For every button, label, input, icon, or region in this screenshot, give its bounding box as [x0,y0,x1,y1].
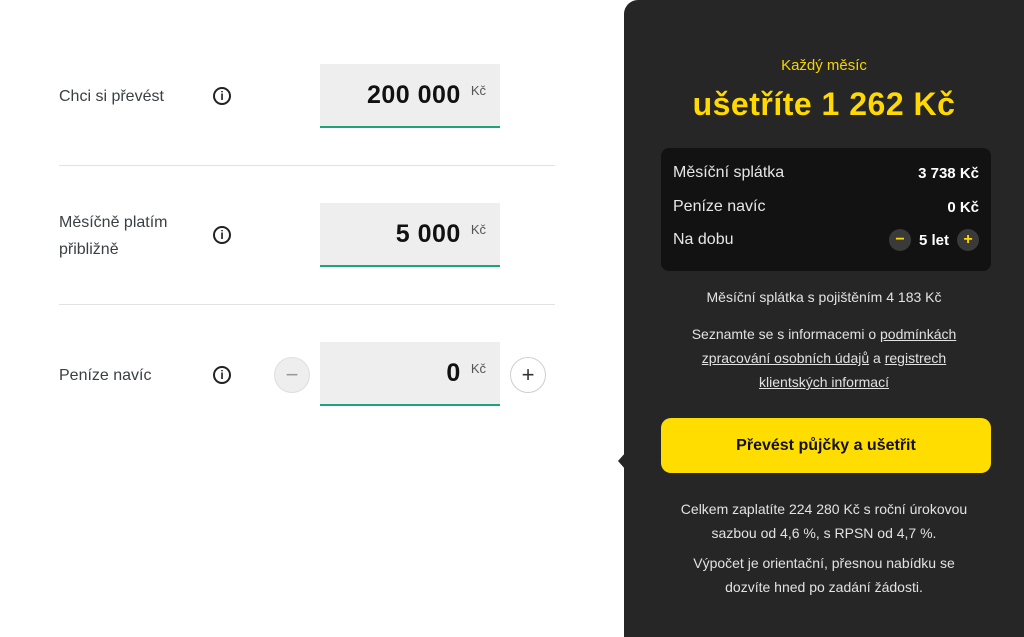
panel-subtitle: Každý měsíc [781,57,867,74]
extra-value: 0 [446,358,461,387]
summary-row: Peníze navíc 0 Kč [673,198,979,216]
monthly-input[interactable]: 5 000 Kč [320,203,500,267]
amount-input[interactable]: 200 000 Kč [320,64,500,128]
term-label: Na dobu [673,231,734,248]
minus-icon: − [895,231,905,248]
term-value: 5 let [918,231,949,249]
plus-icon: + [521,362,535,387]
plus-icon: + [963,231,973,248]
amount-value: 200 000 [366,80,461,109]
info-icon[interactable]: i [213,366,231,384]
term-decrease-button[interactable]: − [888,229,911,251]
privacy-info: Seznamte se s informacemi o podmínkách z… [691,326,957,390]
info-icon[interactable]: i [213,87,231,105]
divider [59,304,555,305]
transfer-loans-button[interactable]: Převést půjčky a ušetřit [661,418,991,473]
extra-label: Peníze navíc [59,367,152,384]
monthly-label: Měsíčně platím přibližně [59,214,168,258]
extra-input[interactable]: 0 Kč [320,342,500,406]
panel-notch [618,452,626,470]
summary-row: Měsíční splátka 3 738 Kč [673,164,979,182]
divider [59,165,555,166]
client-registers-link[interactable]: registrech [885,350,946,366]
monthly-unit: Kč [470,221,486,237]
savings-headline: ušetříte 1 262 Kč [692,86,956,122]
monthly-value: 5 000 [395,219,461,248]
info-icon[interactable]: i [213,226,231,244]
term-increase-button[interactable]: + [957,229,979,251]
extra-unit: Kč [470,360,486,376]
client-registers-link[interactable]: klientských informací [759,374,889,390]
amount-unit: Kč [470,82,486,98]
summary-box: Měsíční splátka 3 738 Kč Peníze navíc 0 … [661,148,991,271]
extra-increase-button[interactable]: + [510,357,546,393]
minus-icon: − [285,362,299,387]
privacy-conditions-link[interactable]: zpracování osobních údajů [702,350,869,366]
amount-label: Chci si převést [59,88,164,105]
calculator-form: Chci si převést i 200 000 Kč Měsíčně pla… [0,0,624,637]
privacy-conditions-link[interactable]: podmínkách [880,326,956,342]
term-row: Na dobu − 5 let + [673,226,979,254]
insurance-note: Měsíční splátka s pojištěním 4 183 Kč [706,289,942,305]
total-cost-note: Celkem zaplatíte 224 280 Kč s roční úrok… [680,501,968,541]
disclaimer-note: Výpočet je orientační, přesnou nabídku s… [693,555,955,595]
extra-decrease-button[interactable]: − [274,357,310,393]
